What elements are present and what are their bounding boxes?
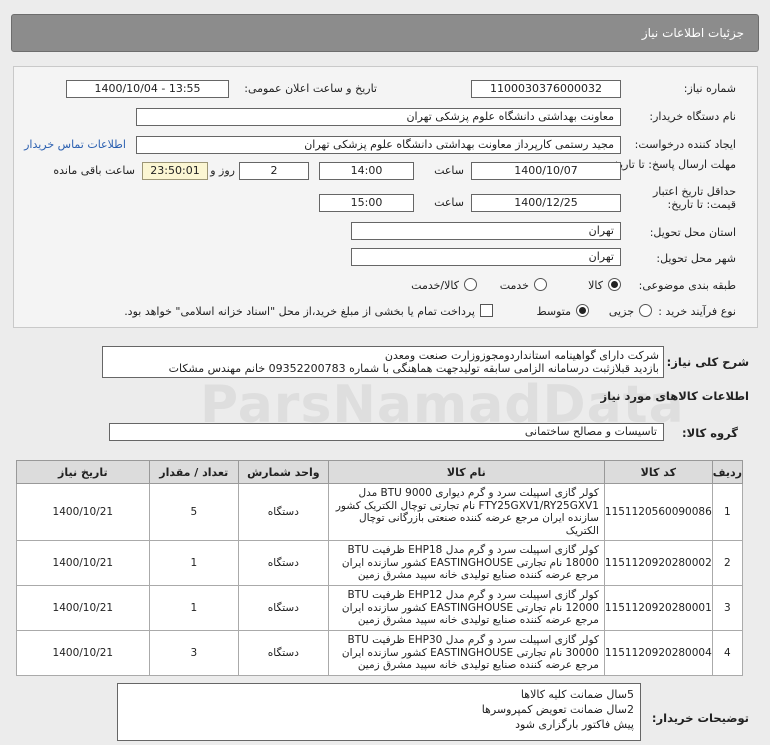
announce-field: 1400/10/04 - 13:55 <box>66 80 229 98</box>
page-header: جزئیات اطلاعات نیاز <box>11 14 759 52</box>
cell-row: 4 <box>711 630 744 676</box>
col-code: کد کالا <box>603 460 713 484</box>
goods-table: ردیف کد کالا نام کالا واحد شمارش تعداد /… <box>16 460 744 676</box>
col-name: نام کالا <box>327 460 605 484</box>
cell-row: 2 <box>711 540 744 586</box>
cell-row: 3 <box>711 585 744 631</box>
description-box: شرکت دارای گواهینامه استانداردومجوزوزارت… <box>102 346 664 378</box>
cell-qty: 1 <box>148 540 239 586</box>
remaining-time-field: 23:50:01 <box>142 162 208 180</box>
buyer-notes-label: توضیحات خریدار: <box>651 711 749 725</box>
cell-date: 1400/10/21 <box>16 585 150 631</box>
cell-name: کولر گازی اسپیلت سرد و گرم مدل EHP30 ظرف… <box>327 630 605 676</box>
buyer-contact-link[interactable]: اطلاعات تماس خریدار <box>24 138 126 151</box>
requester-label: ایجاد کننده درخواست: <box>634 138 736 151</box>
deadline-time-label: ساعت <box>434 164 464 177</box>
cell-date: 1400/10/21 <box>16 483 150 541</box>
validity-date-field: 1400/12/25 <box>471 194 621 212</box>
category-option-goods: کالا <box>588 279 603 292</box>
cell-name: کولر گازی اسپیلت سرد و گرم دیواری BTU 90… <box>327 483 605 541</box>
validity-label-2: قیمت: تا تاریخ: <box>667 198 736 211</box>
deadline-label: مهلت ارسال پاسخ: تا تاریخ: <box>609 158 736 171</box>
table-row[interactable]: 1 1151120560090086 کولر گازی اسپیلت سرد … <box>16 483 744 541</box>
buyer-note-line-2: 2سال ضمانت تعویض کمپروسرها <box>481 703 634 716</box>
cell-date: 1400/10/21 <box>16 540 150 586</box>
cell-code: 1151120920280001 <box>603 585 713 631</box>
treasury-payment-note: پرداخت تمام یا بخشی از مبلغ خرید،از محل … <box>124 305 475 318</box>
buyer-notes-box: 5سال ضمانت کلیه کالاها 2سال ضمانت تعویض … <box>117 683 641 741</box>
col-qty: تعداد / مقدار <box>148 460 239 484</box>
treasury-payment-checkbox[interactable] <box>480 304 493 317</box>
cell-unit: دستگاه <box>237 540 329 586</box>
announce-label: تاریخ و ساعت اعلان عمومی: <box>244 82 377 95</box>
buyer-note-line-3: پیش فاکتور بارگزاری شود <box>515 718 634 731</box>
cell-code: 1151120560090086 <box>603 483 713 541</box>
requester-field: مجید رستمی کارپرداز معاونت بهداشتی دانشگ… <box>136 136 621 154</box>
goods-section-title: اطلاعات کالاهای مورد نیاز <box>600 389 749 403</box>
description-line-2: بازدید قبلازثبت درسامانه الزامی سابقه تو… <box>168 362 659 375</box>
process-option-medium: متوسط <box>536 305 571 318</box>
cell-unit: دستگاه <box>237 483 329 541</box>
category-radio-goods-service[interactable] <box>464 278 477 291</box>
table-row[interactable]: 2 1151120920280002 کولر گازی اسپیلت سرد … <box>16 540 744 586</box>
page-title: جزئیات اطلاعات نیاز <box>641 26 744 40</box>
cell-name: کولر گازی اسپیلت سرد و گرم مدل EHP18 ظرف… <box>327 540 605 586</box>
col-unit: واحد شمارش <box>237 460 329 484</box>
category-radio-service[interactable] <box>534 278 547 291</box>
cell-qty: 1 <box>148 585 239 631</box>
category-label: طبقه بندی موضوعی: <box>638 279 736 292</box>
deadline-time-field: 14:00 <box>319 162 414 180</box>
buyer-org-label: نام دستگاه خریدار: <box>649 110 736 123</box>
cell-code: 1151120920280004 <box>603 630 713 676</box>
table-row[interactable]: 3 1151120920280001 کولر گازی اسپیلت سرد … <box>16 585 744 631</box>
cell-unit: دستگاه <box>237 630 329 676</box>
province-field: تهران <box>351 222 621 240</box>
cell-qty: 3 <box>148 630 239 676</box>
table-row[interactable]: 4 1151120920280004 کولر گازی اسپیلت سرد … <box>16 630 744 676</box>
city-label: شهر محل تحویل: <box>656 252 736 265</box>
col-date: تاریخ نیاز <box>16 460 150 484</box>
need-number-field: 1100030376000032 <box>471 80 621 98</box>
cell-date: 1400/10/21 <box>16 630 150 676</box>
buyer-note-line-1: 5سال ضمانت کلیه کالاها <box>520 688 634 701</box>
cell-row: 1 <box>711 483 744 541</box>
description-line-1: شرکت دارای گواهینامه استانداردومجوزوزارت… <box>384 349 659 362</box>
process-radio-medium[interactable] <box>576 304 589 317</box>
days-remaining-field: 2 <box>239 162 309 180</box>
table-header-row: ردیف کد کالا نام کالا واحد شمارش تعداد /… <box>16 460 744 484</box>
remaining-time-label: ساعت باقی مانده <box>53 164 135 177</box>
goods-group-field: تاسیسات و مصالح ساختمانی <box>109 423 664 441</box>
need-number-label: شماره نیاز: <box>683 82 736 95</box>
cell-name: کولر گازی اسپیلت سرد و گرم مدل EHP12 ظرف… <box>327 585 605 631</box>
info-panel: شماره نیاز: 1100030376000032 تاریخ و ساع… <box>13 66 758 328</box>
cell-qty: 5 <box>148 483 239 541</box>
category-option-service: خدمت <box>499 279 529 292</box>
cell-unit: دستگاه <box>237 585 329 631</box>
days-label: روز و <box>210 164 235 177</box>
buyer-org-field: معاونت بهداشتی دانشگاه علوم پزشکی تهران <box>136 108 621 126</box>
validity-time-field: 15:00 <box>319 194 414 212</box>
category-option-goods-service: کالا/خدمت <box>411 279 459 292</box>
process-label: نوع فرآیند خرید : <box>658 305 736 318</box>
goods-group-label: گروه کالا: <box>682 426 738 440</box>
validity-time-label: ساعت <box>434 196 464 209</box>
category-radio-goods[interactable] <box>608 278 621 291</box>
city-field: تهران <box>351 248 621 266</box>
deadline-date-field: 1400/10/07 <box>471 162 621 180</box>
process-radio-minor[interactable] <box>639 304 652 317</box>
description-label: شرح کلی نیاز: <box>666 355 749 369</box>
validity-label-1: حداقل تاریخ اعتبار <box>652 185 736 198</box>
cell-code: 1151120920280002 <box>603 540 713 586</box>
province-label: استان محل تحویل: <box>649 226 736 239</box>
process-option-minor: جزیی <box>608 305 634 318</box>
col-row: ردیف <box>711 460 744 484</box>
